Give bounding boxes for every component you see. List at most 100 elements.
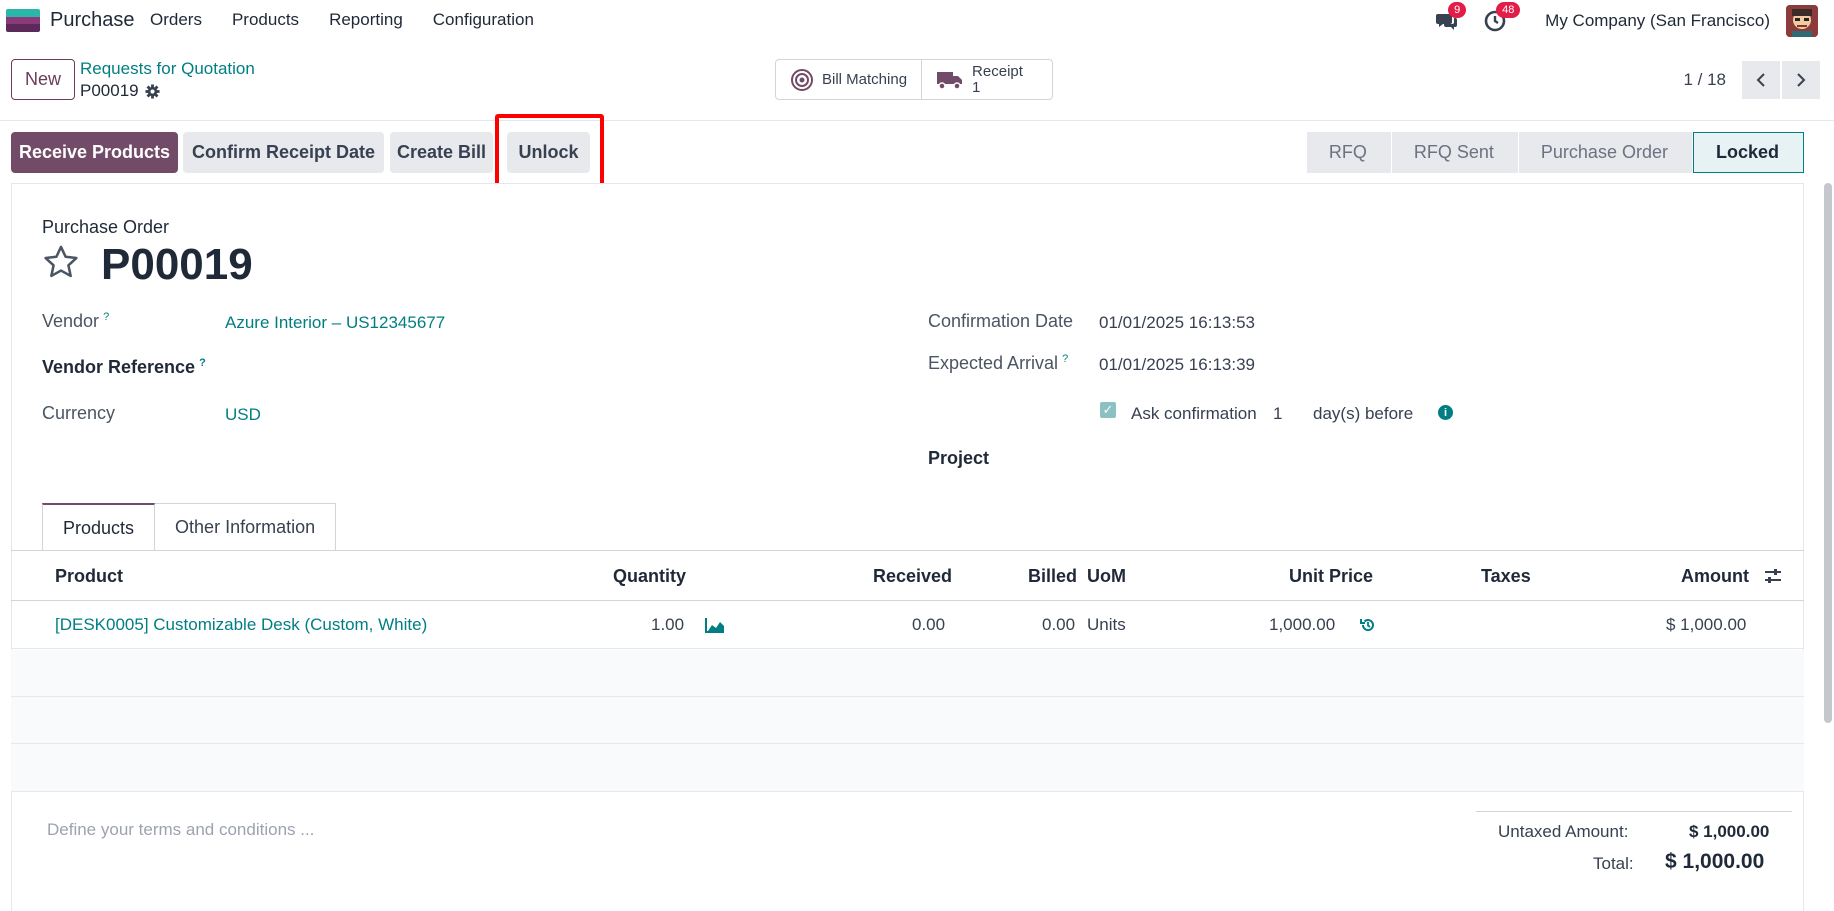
expected-arrival-help-icon[interactable]: ? <box>1062 353 1068 365</box>
col-uom[interactable]: UoM <box>1087 566 1126 587</box>
pager-previous-button[interactable] <box>1742 61 1780 99</box>
create-bill-button[interactable]: Create Bill <box>390 132 493 173</box>
col-taxes[interactable]: Taxes <box>1481 566 1531 587</box>
company-switcher[interactable]: My Company (San Francisco) <box>1545 11 1770 31</box>
new-button[interactable]: New <box>11 59 75 100</box>
menu-reporting[interactable]: Reporting <box>329 10 403 30</box>
purchase-app-icon[interactable] <box>6 9 40 32</box>
chevron-left-icon <box>1756 73 1765 87</box>
receipt-button[interactable]: Receipt 1 <box>921 60 1052 99</box>
avatar-face-icon <box>1786 4 1818 37</box>
history-icon[interactable] <box>1360 617 1376 633</box>
ask-confirmation-checkbox[interactable]: ✓ <box>1100 402 1116 418</box>
control-panel: New Requests for Quotation P00019 Bill M… <box>0 41 1834 121</box>
empty-row <box>11 744 1804 792</box>
col-product[interactable]: Product <box>55 566 123 587</box>
line-received[interactable]: 0.00 <box>912 615 945 635</box>
line-billed[interactable]: 0.00 <box>1042 615 1075 635</box>
currency-label: Currency <box>42 403 116 423</box>
line-quantity[interactable]: 1.00 <box>651 615 684 635</box>
pager: 1 / 18 <box>1683 61 1820 99</box>
receipt-label: Receipt <box>972 62 1023 80</box>
receive-products-button[interactable]: Receive Products <box>11 132 178 173</box>
menu-orders[interactable]: Orders <box>150 10 202 30</box>
col-amount[interactable]: Amount <box>1681 566 1749 587</box>
total-label: Total: <box>1593 854 1634 873</box>
top-navbar: Purchase Orders Products Reporting Confi… <box>0 0 1834 41</box>
forecast-chart-icon[interactable] <box>705 617 725 633</box>
expected-arrival-field[interactable]: 01/01/2025 16:13:39 <box>1099 355 1255 375</box>
messages-count-badge: 9 <box>1448 1 1467 18</box>
navbar-systray: 9 48 My Company (San Francisco) <box>1435 0 1834 41</box>
gear-icon[interactable] <box>145 83 160 99</box>
confirmation-date-label: Confirmation Date <box>928 311 1074 331</box>
total-value: $ 1,000.00 <box>1665 850 1765 873</box>
col-billed[interactable]: Billed <box>1028 566 1077 587</box>
line-amount: $ 1,000.00 <box>1666 615 1747 634</box>
bill-matching-label: Bill Matching <box>822 71 908 88</box>
receipt-stat: Receipt 1 <box>972 62 1023 96</box>
bullseye-icon <box>791 68 813 91</box>
vendor-help-icon[interactable]: ? <box>103 311 109 323</box>
bill-matching-button[interactable]: Bill Matching <box>776 60 921 99</box>
days-before-label: day(s) before <box>1313 404 1414 423</box>
chevron-right-icon <box>1797 73 1806 87</box>
col-quantity[interactable]: Quantity <box>613 566 686 587</box>
stage-purchase-order[interactable]: Purchase Order <box>1518 132 1692 173</box>
ask-confirmation-days-field[interactable]: 1 <box>1273 404 1282 424</box>
col-unit-price[interactable]: Unit Price <box>1289 566 1373 587</box>
confirm-receipt-date-button[interactable]: Confirm Receipt Date <box>183 132 384 173</box>
project-label: Project <box>928 448 990 468</box>
optional-columns-icon[interactable] <box>1764 568 1782 584</box>
vendor-reference-help-icon[interactable]: ? <box>199 357 206 369</box>
pager-value[interactable]: 1 / 18 <box>1683 70 1726 90</box>
info-icon[interactable]: i <box>1438 405 1453 420</box>
app-name[interactable]: Purchase <box>50 9 135 32</box>
activities-count-badge: 48 <box>1496 1 1521 18</box>
truck-icon <box>937 71 963 90</box>
col-received[interactable]: Received <box>873 566 952 587</box>
vendor-field[interactable]: Azure Interior – US12345677 <box>225 313 445 333</box>
line-uom[interactable]: Units <box>1087 615 1126 635</box>
scrollbar[interactable] <box>1824 183 1832 723</box>
untaxed-amount-label: Untaxed Amount: <box>1498 822 1629 841</box>
record-name: P00019 <box>80 81 139 100</box>
menu-configuration[interactable]: Configuration <box>433 10 534 30</box>
confirmation-date-field[interactable]: 01/01/2025 16:13:53 <box>1099 313 1255 333</box>
pager-next-button[interactable] <box>1782 61 1820 99</box>
highlight-annotation <box>495 114 604 194</box>
line-product[interactable]: [DESK0005] Customizable Desk (Custom, Wh… <box>55 615 427 635</box>
tab-products[interactable]: Products <box>42 503 156 551</box>
table-row[interactable]: [DESK0005] Customizable Desk (Custom, Wh… <box>11 601 1804 649</box>
stage-rfq-sent[interactable]: RFQ Sent <box>1391 132 1518 173</box>
empty-row <box>11 697 1804 744</box>
empty-row <box>11 650 1804 697</box>
breadcrumb-current: P00019 <box>80 81 160 101</box>
smart-buttons: Bill Matching Receipt 1 <box>775 59 1054 100</box>
vendor-label: Vendor? <box>42 311 110 331</box>
ask-confirmation-label: Ask confirmation <box>1131 404 1257 423</box>
stage-locked[interactable]: Locked <box>1692 132 1804 173</box>
vendor-reference-label: Vendor Reference? <box>42 357 206 377</box>
currency-field[interactable]: USD <box>225 405 261 425</box>
main-menu: Orders Products Reporting Configuration <box>150 10 564 30</box>
receipt-count: 1 <box>972 78 981 96</box>
stage-rfq[interactable]: RFQ <box>1306 132 1391 173</box>
menu-products[interactable]: Products <box>232 10 299 30</box>
record-type-label: Purchase Order <box>42 217 170 237</box>
star-icon[interactable] <box>42 243 80 281</box>
tab-other-information[interactable]: Other Information <box>155 503 337 551</box>
activities-button[interactable]: 48 <box>1483 1 1521 33</box>
order-lines-header: Product Quantity Received Billed UoM Uni… <box>11 551 1804 601</box>
totals-divider <box>1476 811 1792 812</box>
status-stages: RFQ RFQ Sent Purchase Order Locked <box>1306 132 1804 173</box>
line-unit-price[interactable]: 1,000.00 <box>1269 615 1335 635</box>
untaxed-amount-value: $ 1,000.00 <box>1689 822 1770 841</box>
user-avatar[interactable] <box>1786 4 1818 37</box>
messages-button[interactable]: 9 <box>1435 1 1467 33</box>
expected-arrival-label: Expected Arrival? <box>928 353 1069 373</box>
breadcrumb-rfq[interactable]: Requests for Quotation <box>80 59 255 79</box>
notebook-tabs: Products Other Information <box>42 503 337 551</box>
record-title: P00019 <box>101 240 253 289</box>
terms-and-conditions-field[interactable]: Define your terms and conditions ... <box>47 820 314 840</box>
